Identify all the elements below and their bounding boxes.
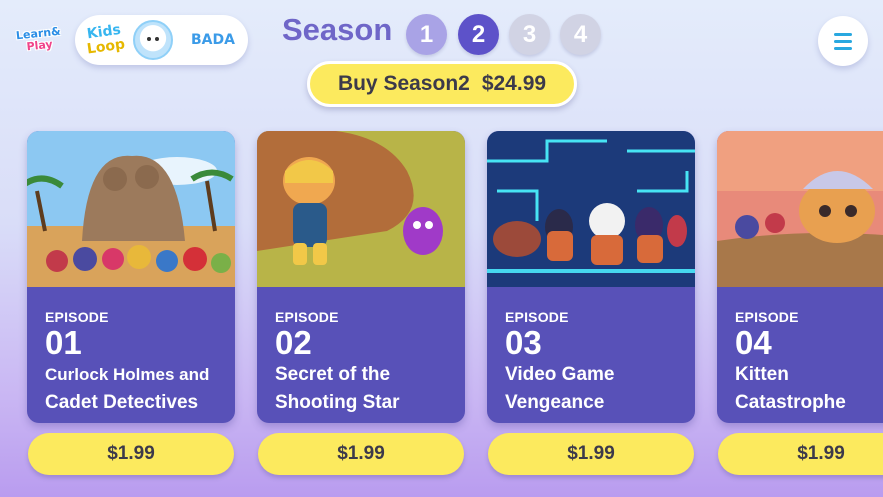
episode-card-04[interactable]: EPISODE 04 Kitten Catastrophe	[717, 131, 883, 423]
season-1-button[interactable]: 1	[406, 14, 447, 55]
episode-04-price-button[interactable]: $1.99	[718, 433, 883, 475]
episode-title-line2: Shooting Star	[275, 392, 400, 413]
episode-title-line2: Vengeance	[505, 392, 605, 413]
episode-label: EPISODE	[735, 309, 799, 325]
episode-03-thumbnail	[487, 131, 695, 287]
episode-number: 02	[275, 324, 312, 361]
profile-name: BADA	[191, 32, 235, 48]
hamburger-menu-icon	[834, 32, 852, 50]
buy-season-label: Buy Season2	[337, 72, 470, 95]
season-title: Season	[282, 12, 393, 47]
episode-title-line2: Catastrophe	[735, 392, 846, 413]
episode-title-line2: Cadet Detectives	[45, 392, 199, 413]
episode-title-line1: Secret of the	[275, 364, 391, 385]
buy-season-price: $24.99	[481, 72, 547, 95]
episode-label: EPISODE	[505, 309, 569, 325]
episode-04-thumbnail	[717, 131, 883, 287]
episode-card-03[interactable]: EPISODE 03 Video Game Vengeance	[487, 131, 695, 423]
episode-label: EPISODE	[45, 309, 109, 325]
episode-number: 01	[45, 324, 82, 361]
kids-loop-logo: Kids Loop	[80, 17, 129, 63]
episode-01-thumbnail	[27, 131, 235, 287]
episode-01-price-button[interactable]: $1.99	[28, 433, 234, 475]
season-2-button[interactable]: 2	[458, 14, 499, 55]
episode-title-line1: Video Game	[505, 364, 615, 385]
episode-number: 04	[735, 324, 772, 361]
episode-card-01[interactable]: EPISODE 01 Curlock Holmes and Cadet Dete…	[27, 131, 235, 423]
season-3-button[interactable]: 3	[509, 14, 550, 55]
episode-03-price-button[interactable]: $1.99	[488, 433, 694, 475]
episode-02-thumbnail	[257, 131, 465, 287]
episode-02-price-button[interactable]: $1.99	[258, 433, 464, 475]
buy-season-button[interactable]: Buy Season2 $24.99	[307, 61, 577, 107]
season-4-button[interactable]: 4	[560, 14, 601, 55]
episode-label: EPISODE	[275, 309, 339, 325]
kids-loop-line2: Loop	[85, 36, 126, 58]
episode-title-line1: Kitten	[735, 364, 789, 385]
logo-line2: Play	[25, 37, 54, 54]
learn-and-play-logo: Learn& Play	[14, 20, 64, 61]
avatar	[133, 20, 173, 60]
menu-button[interactable]	[818, 16, 868, 66]
episode-number: 03	[505, 324, 542, 361]
episode-title-line1: Curlock Holmes and	[45, 365, 210, 384]
profile-switcher[interactable]: Kids Loop BADA	[75, 15, 248, 65]
episode-card-02[interactable]: EPISODE 02 Secret of the Shooting Star	[257, 131, 465, 423]
